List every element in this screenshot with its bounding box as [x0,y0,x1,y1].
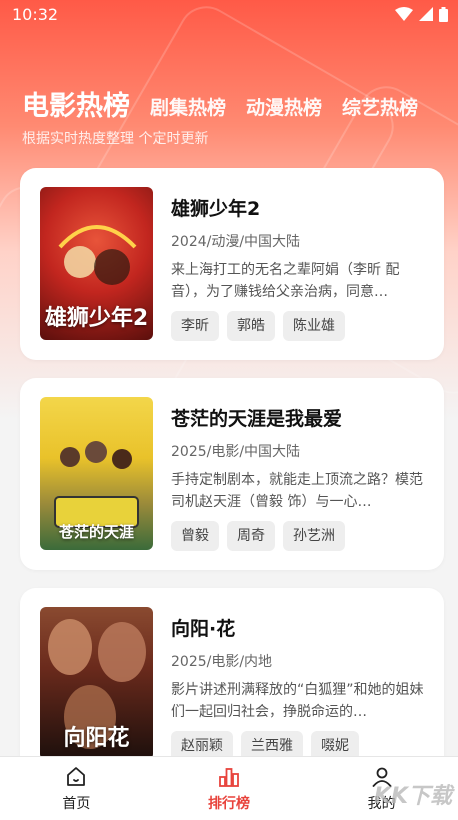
ranking-card[interactable]: 向阳花 向阳·花 2025/电影/内地 影片讲述刑满释放的“白狐狸”和她的姐妹们… [20,588,444,780]
actor-tag[interactable]: 孙艺洲 [283,521,345,551]
movie-description: 来上海打工的无名之辈阿娟（李昕 配音），为了赚钱给父亲治病，同意… [171,262,400,300]
status-time: 10:32 [12,4,59,24]
movie-description: 影片讲述刑满释放的“白狐狸”和她的姐妹们一起回归社会，挣脱命运的… [171,682,424,720]
ranking-card[interactable]: 苍茫的天涯 苍茫的天涯是我最爱 2025/电影/中国大陆 手持定制剧本，就能走上… [20,378,444,570]
status-bar: 10:32 [0,0,458,28]
ranking-list: 雄狮少年2 雄狮少年2 2024/动漫/中国大陆 来上海打工的无名之辈阿娟（李昕… [20,168,444,798]
movie-poster[interactable]: 苍茫的天涯 [40,397,153,550]
actor-tag[interactable]: 李昕 [171,311,219,341]
status-icons [395,6,448,22]
movie-poster[interactable]: 向阳花 [40,607,153,760]
actor-tags: 曾毅 周奇 孙艺洲 [171,521,424,551]
battery-icon [439,6,448,22]
movie-meta: 2024/动漫/中国大陆 [171,234,301,250]
actor-tags: 李昕 郭皓 陈业雄 [171,311,424,341]
home-icon [67,766,86,786]
movie-description: 手持定制剧本，就能走上顶流之路？模范司机赵天涯（曾毅 饰）与一心… [171,472,423,510]
ranking-tabs: 电影热榜 剧集热榜 动漫热榜 综艺热榜 [22,86,458,126]
nav-ranking[interactable]: 排行榜 [153,757,306,820]
movie-title[interactable]: 苍茫的天涯是我最爱 [171,407,424,431]
nav-home-label: 首页 [62,795,91,812]
poster-title: 雄狮少年2 [44,306,149,331]
movie-title[interactable]: 雄狮少年2 [171,197,424,221]
ranking-card[interactable]: 雄狮少年2 雄狮少年2 2024/动漫/中国大陆 来上海打工的无名之辈阿娟（李昕… [20,168,444,360]
actor-tag[interactable]: 周奇 [227,521,275,551]
movie-meta: 2025/电影/内地 [171,654,273,670]
movie-poster[interactable]: 雄狮少年2 [40,187,153,340]
movie-title[interactable]: 向阳·花 [171,617,424,641]
actor-tag[interactable]: 陈业雄 [283,311,345,341]
wifi-icon [395,7,413,21]
tab-variety-ranking[interactable]: 综艺热榜 [342,93,418,126]
tab-movie-ranking[interactable]: 电影热榜 [22,84,130,126]
actor-tag[interactable]: 郭皓 [227,311,275,341]
nav-ranking-label: 排行榜 [208,795,250,812]
tab-series-ranking[interactable]: 剧集热榜 [150,93,226,126]
chart-icon [219,767,239,787]
watermark-logo: KK下载 [373,784,452,809]
signal-icon [419,7,433,21]
tab-anime-ranking[interactable]: 动漫热榜 [246,93,322,126]
nav-home[interactable]: 首页 [0,757,153,820]
actor-tag[interactable]: 曾毅 [171,521,219,551]
poster-title: 向阳花 [63,726,130,751]
movie-meta: 2025/电影/中国大陆 [171,444,301,460]
poster-title: 苍茫的天涯 [58,523,134,541]
ranking-subtitle: 根据实时热度整理 个定时更新 [22,131,209,145]
